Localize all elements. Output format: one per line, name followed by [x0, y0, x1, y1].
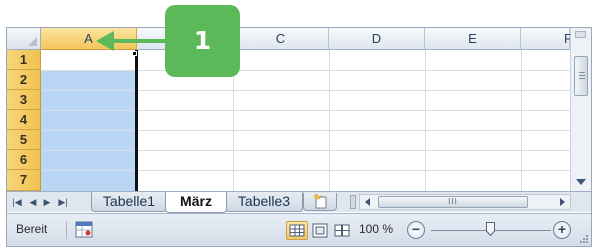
callout-badge: 1 — [165, 5, 240, 77]
callout-arrow-icon — [96, 31, 168, 51]
